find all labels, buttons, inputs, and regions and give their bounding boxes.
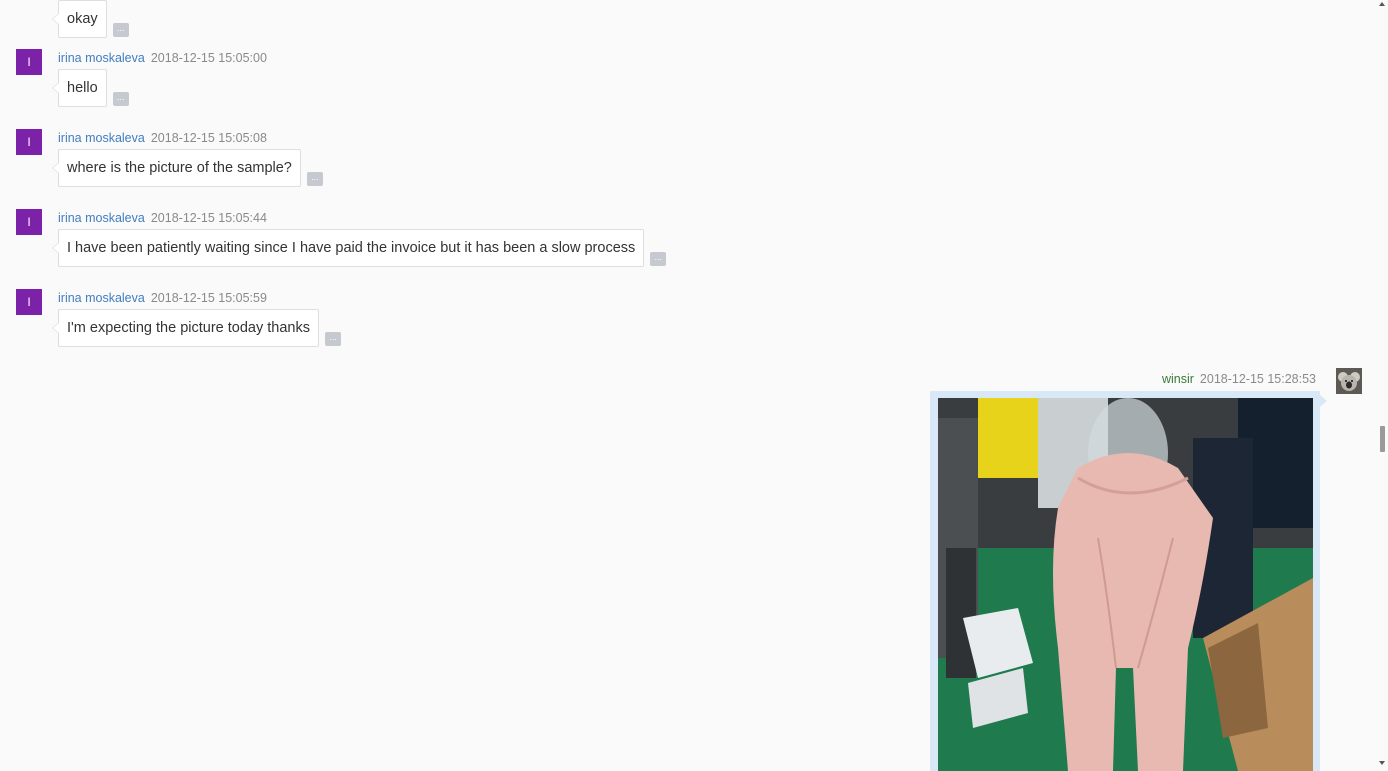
vertical-scrollbar[interactable] — [1377, 0, 1388, 767]
more-options-button[interactable]: ... — [112, 23, 129, 37]
message-bubble[interactable]: I have been patiently waiting since I ha… — [51, 229, 645, 267]
more-options-button[interactable]: ... — [650, 252, 667, 266]
message-bubble-row: I have been patiently waiting since I ha… — [51, 229, 667, 267]
message-bubble-row: hello... — [52, 69, 129, 107]
message-meta: irina moskaleva 2018-12-15 15:05:08 — [58, 129, 267, 147]
sender-name[interactable]: irina moskaleva — [58, 211, 145, 225]
message-bubble[interactable]: hello — [52, 69, 107, 107]
message-timestamp: 2018-12-15 15:05:59 — [150, 291, 267, 305]
message-meta: irina moskaleva 2018-12-15 15:05:59 — [58, 289, 267, 307]
message-meta: irina moskaleva 2018-12-15 15:05:00 — [58, 49, 267, 67]
message-timestamp: 2018-12-15 15:05:44 — [150, 211, 267, 225]
sender-name[interactable]: winsir — [1162, 372, 1194, 386]
scrollbar-thumb[interactable] — [1380, 426, 1385, 452]
sender-name[interactable]: irina moskaleva — [58, 131, 145, 145]
more-options-button[interactable]: ... — [324, 332, 341, 346]
message-item-own: winsir 2018-12-15 15:28:53 — [897, 368, 1377, 771]
message-timestamp: 2018-12-15 15:28:53 — [1199, 372, 1316, 386]
image-message-bubble[interactable] — [930, 391, 1327, 771]
message-timestamp: 2018-12-15 15:05:00 — [150, 51, 267, 65]
scroll-up-arrow-icon[interactable] — [1379, 2, 1385, 6]
avatar[interactable]: I — [16, 129, 42, 155]
sender-name[interactable]: irina moskaleva — [58, 291, 145, 305]
message-meta: winsir 2018-12-15 15:28:53 — [1162, 370, 1316, 388]
avatar[interactable] — [1336, 368, 1362, 394]
avatar[interactable]: I — [16, 209, 42, 235]
more-options-button[interactable]: ... — [306, 172, 323, 186]
message-bubble-row: I'm expecting the picture today thanks..… — [52, 309, 341, 347]
message-bubble[interactable]: where is the picture of the sample? — [52, 149, 301, 187]
message-timestamp: 2018-12-15 15:05:08 — [150, 131, 267, 145]
scroll-down-arrow-icon[interactable] — [1379, 761, 1385, 765]
message-bubble[interactable]: I'm expecting the picture today thanks — [52, 309, 319, 347]
avatar[interactable]: I — [16, 289, 42, 315]
message-bubble-row: where is the picture of the sample?... — [52, 149, 323, 187]
message-meta: irina moskaleva 2018-12-15 15:05:44 — [58, 209, 267, 227]
koala-avatar-icon — [1336, 368, 1362, 394]
message-bubble-row: okay... — [52, 0, 129, 38]
more-options-button[interactable]: ... — [112, 92, 129, 106]
message-bubble[interactable]: okay — [52, 0, 107, 38]
chat-message-list: okay... I irina moskaleva 2018-12-15 15:0… — [0, 0, 1377, 771]
sample-photo[interactable] — [938, 398, 1313, 771]
avatar[interactable]: I — [16, 49, 42, 75]
sender-name[interactable]: irina moskaleva — [58, 51, 145, 65]
